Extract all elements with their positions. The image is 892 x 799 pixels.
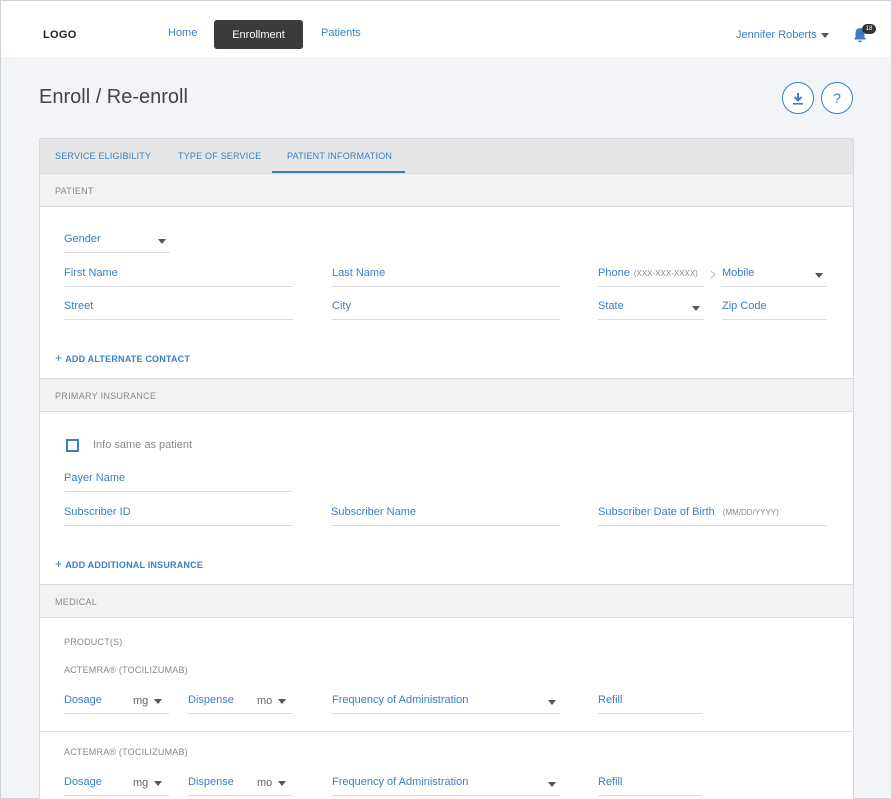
add-alternate-contact-button[interactable]: + ADD ALTERNATE CONTACT <box>55 351 190 365</box>
field-label: Dosage <box>64 694 102 706</box>
link-label: ADD ALTERNATE CONTACT <box>65 354 191 364</box>
chevron-down-icon <box>278 780 287 786</box>
enrollment-form-card: SERVICE ELIGIBILITY TYPE OF SERVICE PATI… <box>39 138 854 799</box>
tab-service-eligibility[interactable]: SERVICE ELIGIBILITY <box>55 151 151 161</box>
field-label: Phone (XXX-XXX-XXXX) <box>598 267 698 279</box>
help-button[interactable]: ? <box>821 82 853 114</box>
street-field[interactable]: Street <box>64 296 293 320</box>
field-label: Payer Name <box>64 472 126 484</box>
chevron-down-icon <box>154 698 163 704</box>
phone-field[interactable]: Phone (XXX-XXX-XXXX) <box>598 263 704 287</box>
field-label: Frequency of Administration <box>332 694 469 706</box>
tab-type-of-service[interactable]: TYPE OF SERVICE <box>178 151 261 161</box>
chevron-down-icon <box>154 780 163 786</box>
field-label: Refill <box>598 694 623 706</box>
nav-home[interactable]: Home <box>168 27 197 39</box>
tab-bar: SERVICE ELIGIBILITY TYPE OF SERVICE PATI… <box>40 139 853 173</box>
same-as-patient-checkbox[interactable] <box>66 439 79 452</box>
section-header-primary-insurance: PRIMARY INSURANCE <box>40 378 853 412</box>
products-label: PRODUCT(S) <box>64 637 123 647</box>
dispense-unit-select[interactable]: mo <box>257 695 287 707</box>
section-title: MEDICAL <box>55 597 98 607</box>
subscriber-dob-field[interactable]: Subscriber Date of Birth (MM/DD/YYYY) <box>598 502 827 526</box>
state-select[interactable]: State <box>598 296 704 320</box>
chevron-down-icon <box>548 700 556 705</box>
chevron-right-icon <box>710 270 716 279</box>
unit-value: mo <box>257 695 273 707</box>
dosage-unit-select[interactable]: mg <box>133 695 163 707</box>
unit-value: mo <box>257 777 273 789</box>
chevron-down-icon <box>278 698 287 704</box>
unit-value: mg <box>133 777 149 789</box>
download-icon <box>793 92 803 105</box>
subscriber-id-field[interactable]: Subscriber ID <box>64 502 293 526</box>
link-label: ADD ADDITIONAL INSURANCE <box>65 560 204 570</box>
unit-value: mg <box>133 695 149 707</box>
user-name: Jennifer Roberts <box>736 29 817 41</box>
refill-field[interactable]: Refill <box>598 772 702 796</box>
field-label: Mobile <box>722 267 755 279</box>
gender-select[interactable]: Gender <box>64 229 170 253</box>
field-label: Zip Code <box>722 300 767 312</box>
field-label: Frequency of Administration <box>332 776 469 788</box>
chevron-down-icon <box>548 782 556 787</box>
chevron-down-icon <box>815 273 823 278</box>
plus-icon: + <box>55 351 63 365</box>
field-label: City <box>332 300 351 312</box>
dispense-unit-select[interactable]: mo <box>257 777 287 789</box>
field-label: Dosage <box>64 776 102 788</box>
notification-badge: 18 <box>862 24 876 34</box>
subscriber-name-field[interactable]: Subscriber Name <box>331 502 559 526</box>
top-navbar: LOGO Home Enrollment Patients Jennifer R… <box>1 1 891 57</box>
city-field[interactable]: City <box>332 296 560 320</box>
section-title: PRIMARY INSURANCE <box>55 391 157 401</box>
section-title: PATIENT <box>55 186 94 196</box>
field-label: Street <box>64 300 94 312</box>
dob-format-hint: (MM/DD/YYYY) <box>722 508 779 517</box>
field-label: State <box>598 300 624 312</box>
same-as-patient-label: Info same as patient <box>93 439 193 451</box>
dosage-unit-select[interactable]: mg <box>133 777 163 789</box>
field-label: Gender <box>64 233 101 245</box>
field-label: Last Name <box>332 267 386 279</box>
field-label: Dispense <box>188 776 234 788</box>
chevron-down-icon <box>692 306 700 311</box>
product-name: ACTEMRA® (TOCILIZUMAB) <box>64 747 188 757</box>
field-label: Subscriber ID <box>64 506 131 518</box>
phone-type-select[interactable]: Mobile <box>722 263 827 287</box>
field-label: Subscriber Date of Birth (MM/DD/YYYY) <box>598 506 779 518</box>
frequency-select[interactable]: Frequency of Administration <box>332 690 560 714</box>
frequency-select[interactable]: Frequency of Administration <box>332 772 560 796</box>
page-title: Enroll / Re-enroll <box>39 86 188 108</box>
nav-patients[interactable]: Patients <box>321 27 361 39</box>
logo: LOGO <box>43 29 77 41</box>
phone-label: Phone <box>598 267 630 279</box>
nav-enrollment[interactable]: Enrollment <box>214 20 303 49</box>
last-name-field[interactable]: Last Name <box>332 263 560 287</box>
field-label: First Name <box>64 267 118 279</box>
plus-icon: + <box>55 557 63 571</box>
payer-name-field[interactable]: Payer Name <box>64 468 293 492</box>
refill-field[interactable]: Refill <box>598 690 702 714</box>
first-name-field[interactable]: First Name <box>64 263 293 287</box>
tab-patient-information[interactable]: PATIENT INFORMATION <box>287 151 392 161</box>
field-label: Refill <box>598 776 623 788</box>
user-menu[interactable]: Jennifer Roberts <box>736 29 829 41</box>
field-label: Dispense <box>188 694 234 706</box>
product-divider <box>40 731 853 732</box>
download-button[interactable] <box>782 82 814 114</box>
chevron-down-icon <box>158 239 166 244</box>
product-name: ACTEMRA® (TOCILIZUMAB) <box>64 665 188 675</box>
chevron-down-icon <box>820 32 829 38</box>
section-header-medical: MEDICAL <box>40 584 853 618</box>
add-additional-insurance-button[interactable]: + ADD ADDITIONAL INSURANCE <box>55 557 203 571</box>
phone-format-hint: (XXX-XXX-XXXX) <box>633 269 698 278</box>
field-label: Subscriber Name <box>331 506 416 518</box>
zip-code-field[interactable]: Zip Code <box>722 296 827 320</box>
question-icon: ? <box>833 90 841 106</box>
dob-label: Subscriber Date of Birth <box>598 506 715 518</box>
section-header-patient: PATIENT <box>40 173 853 207</box>
